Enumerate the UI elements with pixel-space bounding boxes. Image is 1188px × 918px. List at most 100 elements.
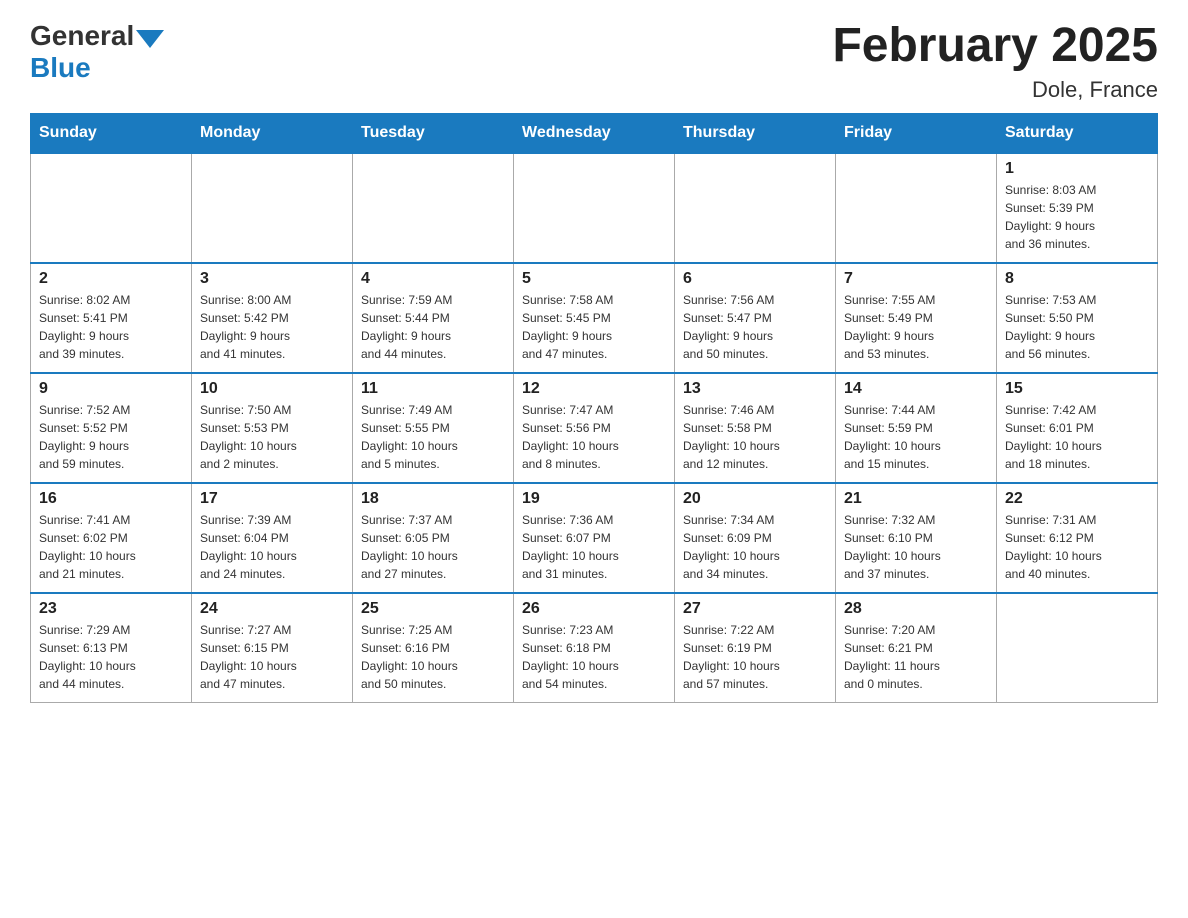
day-info: Sunrise: 7:20 AM Sunset: 6:21 PM Dayligh… <box>844 621 988 693</box>
logo-wrapper: General Blue <box>30 20 164 84</box>
calendar-cell: 27 Sunrise: 7:22 AM Sunset: 6:19 PM Dayli… <box>675 593 836 703</box>
calendar-cell: 19 Sunrise: 7:36 AM Sunset: 6:07 PM Dayli… <box>514 483 675 593</box>
header-wednesday: Wednesday <box>514 113 675 153</box>
calendar-week-1: 1 Sunrise: 8:03 AM Sunset: 5:39 PM Daylig… <box>31 153 1158 263</box>
day-number: 10 <box>200 380 344 398</box>
day-number: 27 <box>683 600 827 618</box>
day-info: Sunrise: 8:00 AM Sunset: 5:42 PM Dayligh… <box>200 291 344 363</box>
day-info: Sunrise: 7:50 AM Sunset: 5:53 PM Dayligh… <box>200 401 344 473</box>
day-info: Sunrise: 8:02 AM Sunset: 5:41 PM Dayligh… <box>39 291 183 363</box>
day-info: Sunrise: 7:41 AM Sunset: 6:02 PM Dayligh… <box>39 511 183 583</box>
day-number: 2 <box>39 270 183 288</box>
calendar-cell <box>192 153 353 263</box>
day-number: 16 <box>39 490 183 508</box>
day-info: Sunrise: 7:37 AM Sunset: 6:05 PM Dayligh… <box>361 511 505 583</box>
day-info: Sunrise: 7:34 AM Sunset: 6:09 PM Dayligh… <box>683 511 827 583</box>
calendar-body: 1 Sunrise: 8:03 AM Sunset: 5:39 PM Daylig… <box>31 153 1158 703</box>
calendar-cell: 24 Sunrise: 7:27 AM Sunset: 6:15 PM Dayli… <box>192 593 353 703</box>
calendar-cell: 6 Sunrise: 7:56 AM Sunset: 5:47 PM Daylig… <box>675 263 836 373</box>
calendar-week-4: 16 Sunrise: 7:41 AM Sunset: 6:02 PM Dayli… <box>31 483 1158 593</box>
day-number: 5 <box>522 270 666 288</box>
calendar-cell: 23 Sunrise: 7:29 AM Sunset: 6:13 PM Dayli… <box>31 593 192 703</box>
calendar-cell: 10 Sunrise: 7:50 AM Sunset: 5:53 PM Dayli… <box>192 373 353 483</box>
calendar-cell: 16 Sunrise: 7:41 AM Sunset: 6:02 PM Dayli… <box>31 483 192 593</box>
day-number: 12 <box>522 380 666 398</box>
day-number: 28 <box>844 600 988 618</box>
calendar-table: Sunday Monday Tuesday Wednesday Thursday… <box>30 113 1158 704</box>
calendar-cell: 5 Sunrise: 7:58 AM Sunset: 5:45 PM Daylig… <box>514 263 675 373</box>
day-number: 3 <box>200 270 344 288</box>
header-sunday: Sunday <box>31 113 192 153</box>
day-info: Sunrise: 7:27 AM Sunset: 6:15 PM Dayligh… <box>200 621 344 693</box>
calendar-cell: 3 Sunrise: 8:00 AM Sunset: 5:42 PM Daylig… <box>192 263 353 373</box>
day-info: Sunrise: 7:58 AM Sunset: 5:45 PM Dayligh… <box>522 291 666 363</box>
calendar-cell: 26 Sunrise: 7:23 AM Sunset: 6:18 PM Dayli… <box>514 593 675 703</box>
logo-row1: General <box>30 20 164 52</box>
calendar-cell: 22 Sunrise: 7:31 AM Sunset: 6:12 PM Dayli… <box>997 483 1158 593</box>
logo-arrow-icon <box>136 30 164 48</box>
day-number: 4 <box>361 270 505 288</box>
calendar-cell: 25 Sunrise: 7:25 AM Sunset: 6:16 PM Dayli… <box>353 593 514 703</box>
calendar-cell: 14 Sunrise: 7:44 AM Sunset: 5:59 PM Dayli… <box>836 373 997 483</box>
calendar-week-3: 9Sunrise: 7:52 AM Sunset: 5:52 PM Daylig… <box>31 373 1158 483</box>
day-info: Sunrise: 7:55 AM Sunset: 5:49 PM Dayligh… <box>844 291 988 363</box>
calendar-cell: 28 Sunrise: 7:20 AM Sunset: 6:21 PM Dayli… <box>836 593 997 703</box>
day-number: 19 <box>522 490 666 508</box>
day-number: 26 <box>522 600 666 618</box>
day-info: Sunrise: 7:22 AM Sunset: 6:19 PM Dayligh… <box>683 621 827 693</box>
header-saturday: Saturday <box>997 113 1158 153</box>
day-info: Sunrise: 7:46 AM Sunset: 5:58 PM Dayligh… <box>683 401 827 473</box>
logo-blue-text: Blue <box>30 52 164 84</box>
calendar-header: Sunday Monday Tuesday Wednesday Thursday… <box>31 113 1158 153</box>
day-info: Sunrise: 7:42 AM Sunset: 6:01 PM Dayligh… <box>1005 401 1149 473</box>
day-info: Sunrise: 7:59 AM Sunset: 5:44 PM Dayligh… <box>361 291 505 363</box>
day-number: 18 <box>361 490 505 508</box>
day-number: 21 <box>844 490 988 508</box>
calendar-cell: 18 Sunrise: 7:37 AM Sunset: 6:05 PM Dayli… <box>353 483 514 593</box>
day-number: 22 <box>1005 490 1149 508</box>
day-info: Sunrise: 7:29 AM Sunset: 6:13 PM Dayligh… <box>39 621 183 693</box>
calendar-cell <box>836 153 997 263</box>
day-number: 17 <box>200 490 344 508</box>
location: Dole, France <box>832 77 1158 103</box>
header-right: February 2025 Dole, France <box>832 20 1158 103</box>
day-number: 25 <box>361 600 505 618</box>
day-info: Sunrise: 8:03 AM Sunset: 5:39 PM Dayligh… <box>1005 181 1149 253</box>
day-info: Sunrise: 7:31 AM Sunset: 6:12 PM Dayligh… <box>1005 511 1149 583</box>
calendar-cell: 20Sunrise: 7:34 AM Sunset: 6:09 PM Dayli… <box>675 483 836 593</box>
day-info: Sunrise: 7:32 AM Sunset: 6:10 PM Dayligh… <box>844 511 988 583</box>
day-number: 14 <box>844 380 988 398</box>
day-info: Sunrise: 7:56 AM Sunset: 5:47 PM Dayligh… <box>683 291 827 363</box>
day-number: 24 <box>200 600 344 618</box>
calendar-cell: 2 Sunrise: 8:02 AM Sunset: 5:41 PM Daylig… <box>31 263 192 373</box>
day-info: Sunrise: 7:47 AM Sunset: 5:56 PM Dayligh… <box>522 401 666 473</box>
calendar-cell: 8Sunrise: 7:53 AM Sunset: 5:50 PM Daylig… <box>997 263 1158 373</box>
day-number: 23 <box>39 600 183 618</box>
calendar-week-2: 2 Sunrise: 8:02 AM Sunset: 5:41 PM Daylig… <box>31 263 1158 373</box>
calendar-cell: 9Sunrise: 7:52 AM Sunset: 5:52 PM Daylig… <box>31 373 192 483</box>
day-number: 13 <box>683 380 827 398</box>
calendar-cell <box>997 593 1158 703</box>
day-info: Sunrise: 7:44 AM Sunset: 5:59 PM Dayligh… <box>844 401 988 473</box>
day-info: Sunrise: 7:52 AM Sunset: 5:52 PM Dayligh… <box>39 401 183 473</box>
header-thursday: Thursday <box>675 113 836 153</box>
calendar-cell <box>353 153 514 263</box>
day-number: 1 <box>1005 160 1149 178</box>
day-info: Sunrise: 7:25 AM Sunset: 6:16 PM Dayligh… <box>361 621 505 693</box>
day-number: 15 <box>1005 380 1149 398</box>
day-number: 8 <box>1005 270 1149 288</box>
header-row: Sunday Monday Tuesday Wednesday Thursday… <box>31 113 1158 153</box>
calendar-cell <box>514 153 675 263</box>
calendar-cell <box>675 153 836 263</box>
calendar-cell: 7 Sunrise: 7:55 AM Sunset: 5:49 PM Daylig… <box>836 263 997 373</box>
day-info: Sunrise: 7:23 AM Sunset: 6:18 PM Dayligh… <box>522 621 666 693</box>
day-number: 11 <box>361 380 505 398</box>
header-monday: Monday <box>192 113 353 153</box>
calendar-cell: 11Sunrise: 7:49 AM Sunset: 5:55 PM Dayli… <box>353 373 514 483</box>
month-title: February 2025 <box>832 20 1158 73</box>
day-number: 7 <box>844 270 988 288</box>
calendar-cell: 12 Sunrise: 7:47 AM Sunset: 5:56 PM Dayli… <box>514 373 675 483</box>
calendar-cell: 4 Sunrise: 7:59 AM Sunset: 5:44 PM Daylig… <box>353 263 514 373</box>
day-info: Sunrise: 7:36 AM Sunset: 6:07 PM Dayligh… <box>522 511 666 583</box>
day-number: 6 <box>683 270 827 288</box>
